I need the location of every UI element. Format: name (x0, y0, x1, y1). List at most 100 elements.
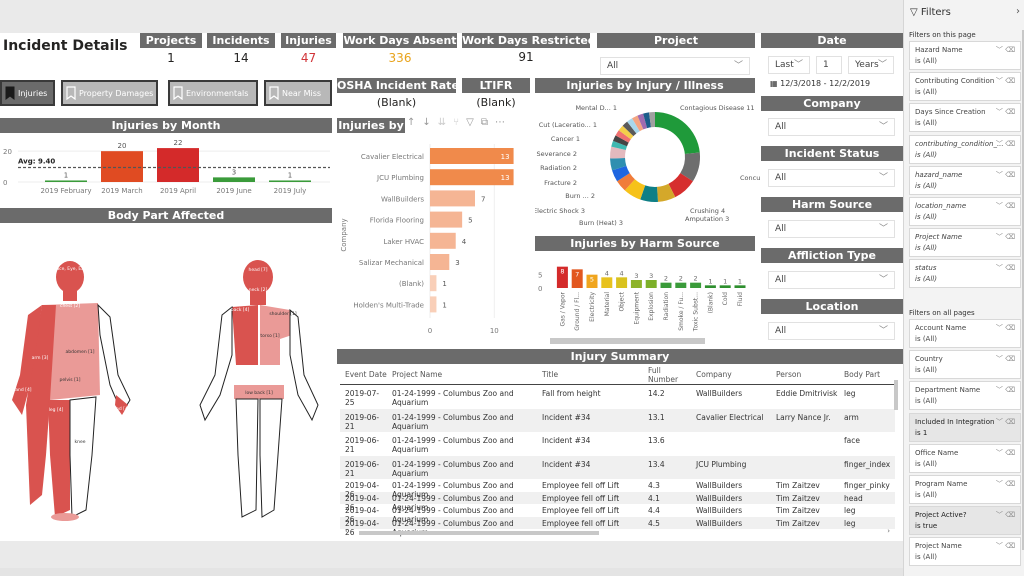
body-diagram[interactable]: Face, Eye, Ear chest [2] abdomen [1] arm… (0, 255, 332, 525)
chevron-down-icon[interactable]: ﹀ (996, 108, 1003, 116)
back-body-figure: head [7] neck [2] back [4] shoulder [1] … (199, 260, 319, 518)
date-mode-dropdown[interactable]: Last ﹀ (768, 56, 810, 74)
clear-filter-icon[interactable]: ⌫ (1005, 386, 1015, 394)
filter-card[interactable]: Project Name is (All) ﹀ ⌫ (909, 537, 1021, 567)
project-slicer[interactable]: All ﹀ (600, 57, 750, 75)
table-row[interactable]: 2019-06-21 01-24-1999 - Columbus Zoo and … (340, 432, 895, 456)
clear-filter-icon[interactable]: ⌫ (1005, 171, 1015, 179)
filter-card[interactable]: Included In Integration is 1 ﹀ ⌫ (909, 412, 1021, 442)
filter-card[interactable]: Project Active? is true ﹀ ⌫ (909, 506, 1021, 536)
filter-card[interactable]: Project Name is (All) ﹀ ⌫ (909, 228, 1021, 258)
date-unit-dropdown[interactable]: Years ﹀ (848, 56, 894, 74)
table-row[interactable]: 2019-06-21 01-24-1999 - Columbus Zoo and … (340, 408, 895, 432)
filter-card[interactable]: Account Name is (All) ﹀ ⌫ (909, 319, 1021, 348)
clear-filter-icon[interactable]: ⌫ (1005, 480, 1015, 488)
filter-card[interactable]: Days Since Creation is (All) ﹀ ⌫ (909, 103, 1021, 133)
column-header-title[interactable]: Title (537, 370, 643, 379)
location-slicer[interactable]: All ﹀ (768, 322, 895, 340)
company-category-label: WallBuilders (381, 195, 424, 203)
table-row[interactable]: 2019-04-26 01-24-1999 - Columbus Zoo and … (340, 516, 895, 537)
nav-button-injuries[interactable]: Injuries (0, 80, 55, 106)
harm-category-label: Object (619, 291, 626, 311)
filter-card[interactable]: Hazard Name is (All) ﹀ ⌫ (909, 41, 1021, 70)
column-header-event-date[interactable]: Event Date (340, 370, 387, 379)
chevron-down-icon[interactable]: ﹀ (996, 386, 1003, 394)
expand-all-icon[interactable]: ⇊ (438, 117, 446, 128)
column-header-full-number[interactable]: Full Number (643, 366, 691, 384)
filter-card[interactable]: contributing_condition_... is (All) ﹀ ⌫ (909, 134, 1021, 164)
filter-card[interactable]: Country is (All) ﹀ ⌫ (909, 350, 1021, 380)
collapse-pane-icon[interactable]: › (1016, 6, 1020, 17)
clear-filter-icon[interactable]: ⌫ (1005, 449, 1015, 457)
date-count-input[interactable]: 1 (816, 56, 842, 74)
clear-filter-icon[interactable]: ⌫ (1005, 140, 1015, 148)
clear-filter-icon[interactable]: ⌫ (1005, 324, 1015, 332)
clear-filter-icon[interactable]: ⌫ (1005, 542, 1015, 550)
chevron-down-icon[interactable]: ﹀ (996, 511, 1003, 519)
clear-filter-icon[interactable]: ⌫ (1005, 264, 1015, 272)
chevron-down-icon[interactable]: ﹀ (996, 449, 1003, 457)
affliction-type-slicer[interactable]: All ﹀ (768, 271, 895, 289)
company-slicer-header: Company (761, 96, 903, 111)
nav-button-environmentals[interactable]: Environmentals (168, 80, 258, 106)
chevron-down-icon[interactable]: ﹀ (996, 233, 1003, 241)
clear-filter-icon[interactable]: ⌫ (1005, 202, 1015, 210)
scrollbar-thumb[interactable] (894, 380, 898, 410)
clear-filter-icon[interactable]: ⌫ (1005, 233, 1015, 241)
clear-filter-icon[interactable]: ⌫ (1005, 77, 1015, 85)
date-range[interactable]: ▦ 12/3/2018 - 12/2/2019 (770, 79, 870, 88)
table-horizontal-scrollbar[interactable]: ‹ › (345, 527, 890, 536)
clear-filter-icon[interactable]: ⌫ (1005, 418, 1015, 426)
column-header-project-name[interactable]: Project Name (387, 370, 537, 379)
column-header-person[interactable]: Person (771, 370, 839, 379)
company-slicer[interactable]: All ﹀ (768, 118, 895, 136)
table-row[interactable]: 2019-06-21 01-24-1999 - Columbus Zoo and … (340, 455, 895, 479)
scroll-left-icon[interactable]: ‹ (345, 527, 348, 535)
incident-status-slicer[interactable]: All ﹀ (768, 169, 895, 187)
filters-title-text: Filters (920, 7, 951, 18)
filter-card[interactable]: Office Name is (All) ﹀ ⌫ (909, 443, 1021, 473)
filter-icon[interactable]: ▽ (466, 117, 474, 128)
chevron-down-icon[interactable]: ﹀ (996, 202, 1003, 210)
filter-card[interactable]: Program Name is (All) ﹀ ⌫ (909, 475, 1021, 504)
harm-source-slicer[interactable]: All ﹀ (768, 220, 895, 238)
month-category-label: 2019 March (101, 187, 142, 195)
chevron-down-icon[interactable]: ﹀ (996, 264, 1003, 272)
table-row[interactable]: 2019-04-26 01-24-1999 - Columbus Zoo and … (340, 479, 895, 499)
nav-button-near-miss[interactable]: Near Miss (264, 80, 332, 106)
more-options-icon[interactable]: ⋯ (495, 117, 505, 128)
chevron-down-icon[interactable]: ﹀ (996, 46, 1003, 54)
harm-chart-scrollbar[interactable] (550, 338, 705, 344)
filter-card[interactable]: location_name is (All) ﹀ ⌫ (909, 197, 1021, 226)
sort-descending-icon[interactable]: ↓ (422, 117, 430, 128)
chevron-down-icon[interactable]: ﹀ (996, 77, 1003, 85)
scrollbar-thumb[interactable] (359, 531, 599, 535)
chevron-down-icon[interactable]: ﹀ (996, 140, 1003, 148)
filter-card[interactable]: Department Name is (All) ﹀ ⌫ (909, 381, 1021, 411)
table-row[interactable]: 2019-04-26 01-24-1999 - Columbus Zoo and … (340, 504, 895, 524)
chevron-down-icon[interactable]: ﹀ (996, 542, 1003, 550)
chevron-down-icon[interactable]: ﹀ (996, 171, 1003, 179)
filter-card[interactable]: status is (All) ﹀ ⌫ (909, 259, 1021, 289)
clear-filter-icon[interactable]: ⌫ (1005, 511, 1015, 519)
nav-button-property-damages[interactable]: Property Damages (61, 80, 158, 106)
table-vertical-scrollbar[interactable] (893, 376, 899, 526)
column-header-company[interactable]: Company (691, 370, 771, 379)
focus-mode-icon[interactable]: ⧉ (481, 117, 488, 128)
filter-card[interactable]: hazard_name is (All) ﹀ ⌫ (909, 165, 1021, 195)
chevron-down-icon[interactable]: ﹀ (996, 324, 1003, 332)
table-row[interactable]: 2019-07-25 01-24-1999 - Columbus Zoo and … (340, 385, 895, 409)
scroll-right-icon[interactable]: › (887, 527, 890, 535)
clear-filter-icon[interactable]: ⌫ (1005, 355, 1015, 363)
clear-filter-icon[interactable]: ⌫ (1005, 46, 1015, 54)
sort-ascending-icon[interactable]: ↑ (407, 117, 415, 128)
drill-down-icon[interactable]: ⑂ (453, 117, 459, 128)
chevron-down-icon[interactable]: ﹀ (996, 418, 1003, 426)
clear-filter-icon[interactable]: ⌫ (1005, 108, 1015, 116)
chevron-down-icon[interactable]: ﹀ (996, 355, 1003, 363)
column-header-body-part[interactable]: Body Part (839, 370, 895, 379)
chevron-down-icon[interactable]: ﹀ (996, 480, 1003, 488)
table-row[interactable]: 2019-04-26 01-24-1999 - Columbus Zoo and … (340, 491, 895, 512)
table-body: 2019-07-25 01-24-1999 - Columbus Zoo and … (340, 385, 895, 537)
filter-card[interactable]: Contributing Condition is (All) ﹀ ⌫ (909, 72, 1021, 102)
